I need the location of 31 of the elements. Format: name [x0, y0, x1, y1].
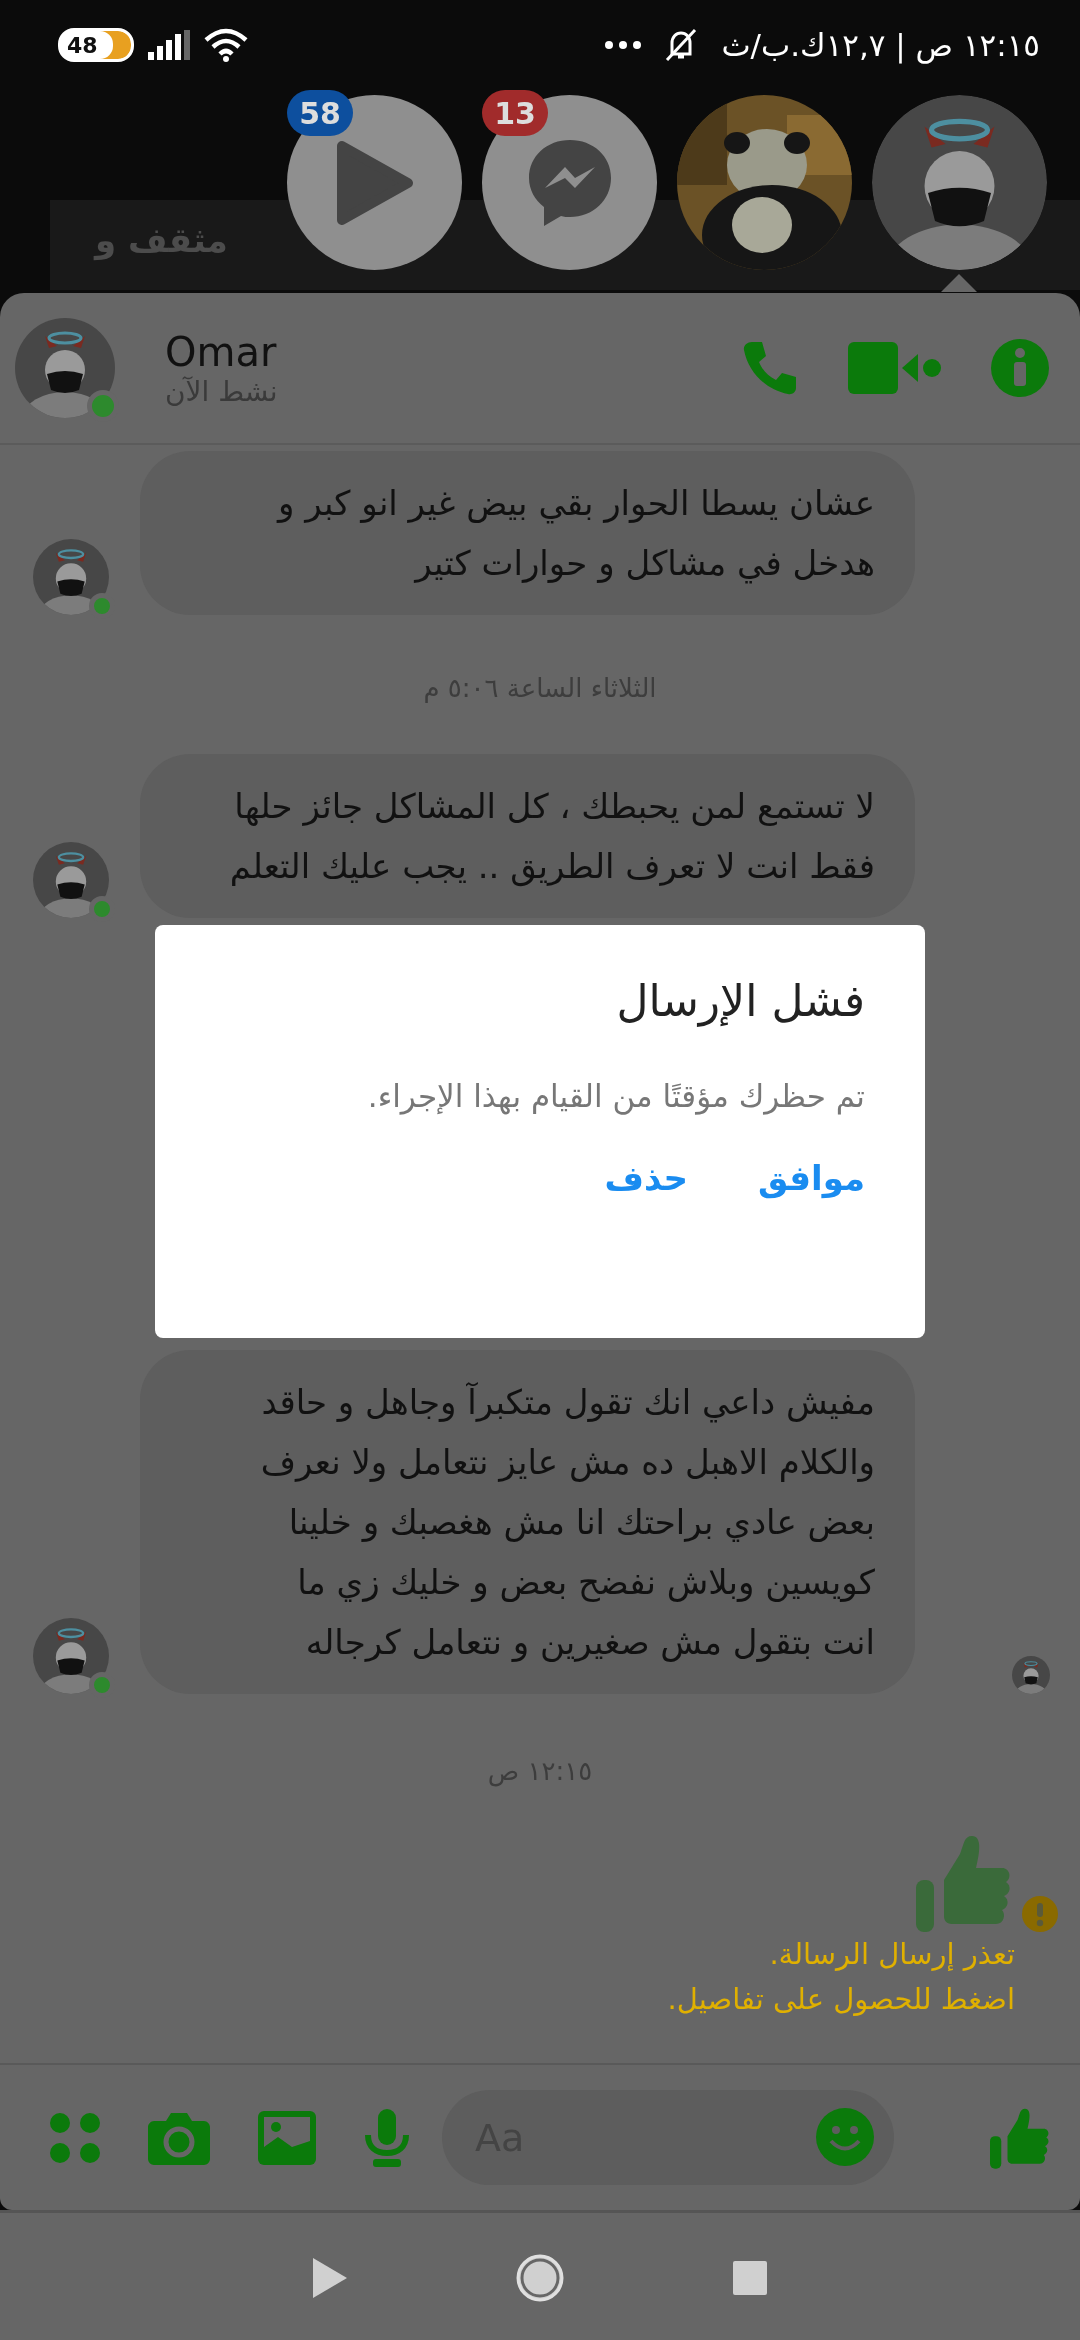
contact-name: Omar — [165, 328, 278, 375]
dialog-button[interactable]: حذف — [604, 1158, 689, 1198]
microphone-icon[interactable] — [364, 2108, 410, 2167]
error-message[interactable]: تعذر إرسال الرسالة. اضغط للحصول على تفاصيل. — [0, 1932, 1080, 2022]
recents-icon[interactable] — [733, 2261, 767, 2295]
dialog-title: فشل الإرسال — [615, 975, 865, 1026]
signal-icon — [148, 30, 190, 60]
video-camera-icon[interactable] — [848, 340, 942, 396]
count-badge: 58 — [287, 90, 353, 136]
seen-avatar — [1012, 1656, 1050, 1694]
info-icon[interactable] — [990, 338, 1050, 398]
status-text: ١٢:١٥ ص | ١٢,٧ك.ب/ث — [721, 27, 1040, 63]
dialog-message: تم حظرك مؤقتًا من القيام بهذا الإجراء. — [366, 1078, 865, 1114]
camera-icon[interactable] — [148, 2110, 210, 2165]
messenger-icon — [526, 137, 613, 228]
count-badge: 13 — [482, 90, 548, 136]
home-icon[interactable] — [515, 2253, 565, 2303]
emoji-icon[interactable] — [816, 2108, 874, 2166]
more-icon — [605, 41, 642, 49]
image-icon[interactable] — [258, 2110, 316, 2165]
wifi-icon — [204, 28, 248, 62]
message-bubble: عشان يسطا الحوار بقي بيض غير انو كبر و هدخل في مشاكل و حوارات كتير — [140, 451, 915, 615]
thumbs-up-icon[interactable] — [990, 2106, 1050, 2169]
message-bubble: لا تستمع لمن يحبطك ، كل المشاكل جائز حلها فقط انت لا تعرف الطريق .. يجب عليك التعلم — [140, 754, 915, 918]
message-bubble: مفيش داعي انك تقول متكبرآ وجاهل و حاقد والكلام الاهبل ده مش عايز نتعامل ولا نعرف بعض عادي براحتك انا مش هغصبك و خلينا كويسين وبلاش نفضح بعض و خليك زي ما انت بتقول مش صغيرين و نتعامل كرجاله — [140, 1350, 915, 1694]
play-icon — [335, 139, 414, 226]
apps-icon[interactable] — [50, 2112, 100, 2163]
battery-icon: 48 — [58, 28, 134, 62]
dialog-button[interactable]: موافق — [758, 1158, 865, 1198]
thumbs-up-icon — [916, 1834, 1012, 1932]
back-icon[interactable] — [313, 2258, 347, 2298]
